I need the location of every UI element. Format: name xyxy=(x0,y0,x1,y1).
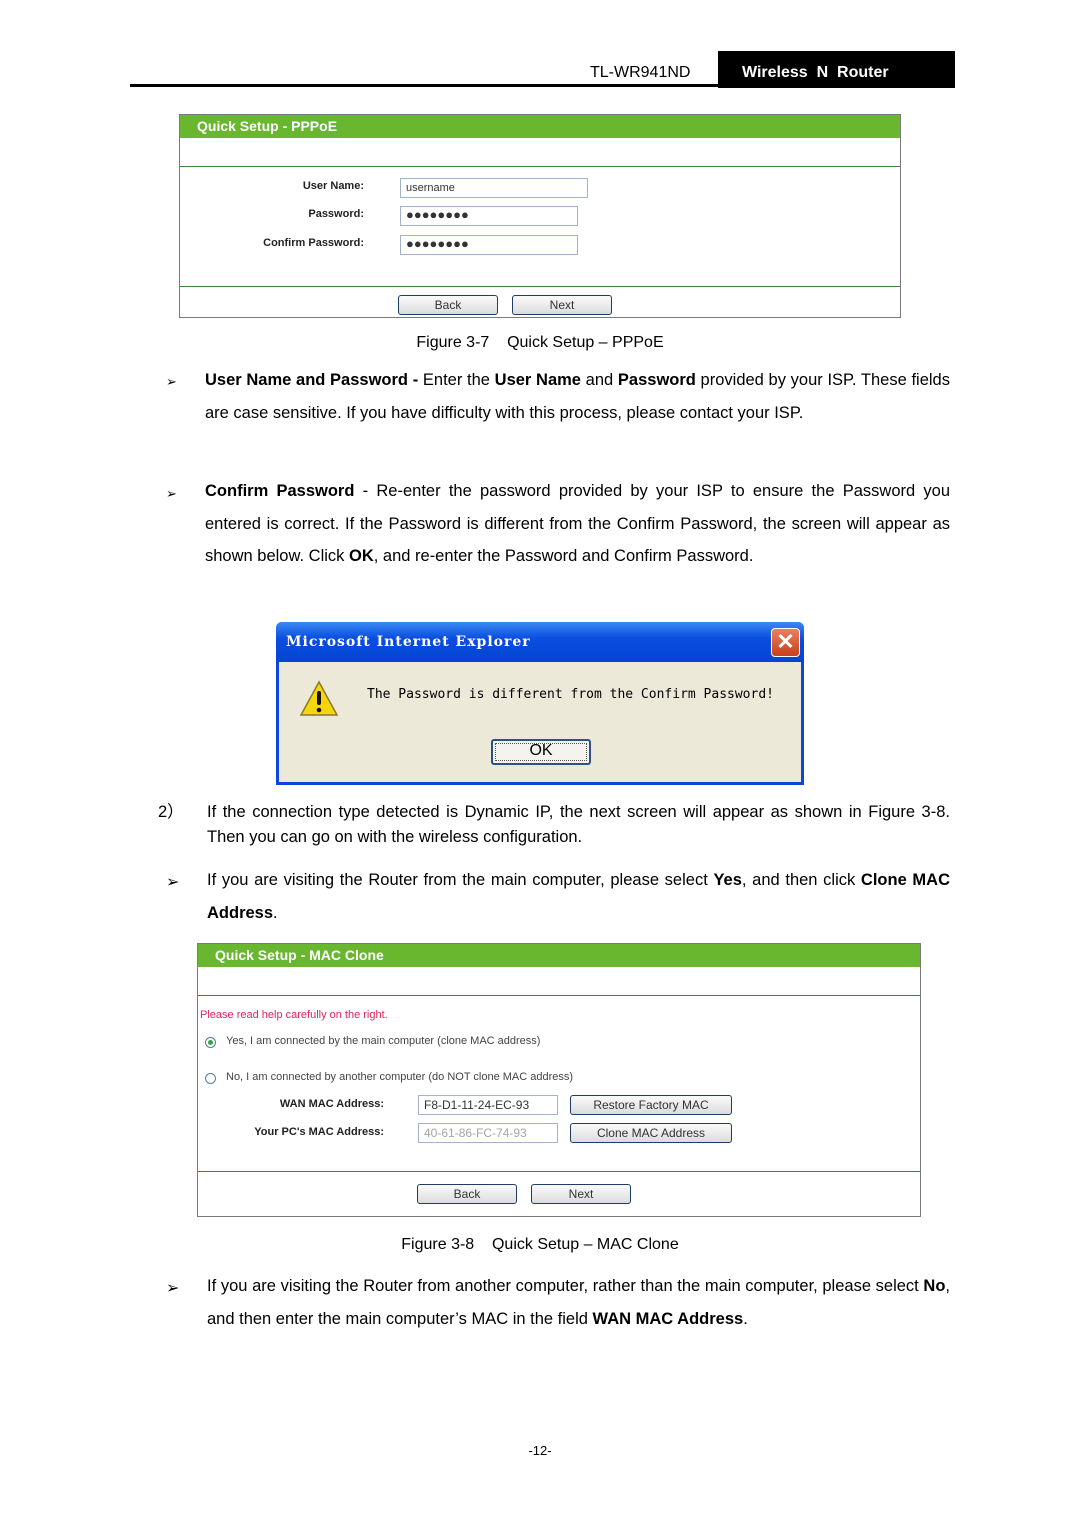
ie-alert-dialog: Microsoft Internet Explorer ✕ The Passwo… xyxy=(276,622,804,785)
username-input[interactable]: username xyxy=(400,178,588,198)
clone-mac-address-button[interactable]: Clone MAC Address xyxy=(570,1123,732,1143)
dialog-message: The Password is different from the Confi… xyxy=(367,687,774,702)
password-input[interactable]: ●●●●●●●● xyxy=(400,206,578,226)
term: Yes xyxy=(713,871,742,889)
term: WAN MAC Address xyxy=(592,1309,744,1328)
next-button[interactable]: Next xyxy=(531,1184,631,1204)
text: . xyxy=(743,1309,748,1328)
confirm-password-label: Confirm Password: xyxy=(263,237,364,249)
text: If you are visiting the Router from the … xyxy=(207,871,714,889)
term-confirm-password: Confirm Password xyxy=(205,482,355,500)
header-product-tab: Wireless N Router xyxy=(718,51,955,88)
password-label: Password: xyxy=(308,208,364,220)
paragraph-user-name-password: User Name and Password - Enter the User … xyxy=(205,364,950,429)
figure-caption-3-7: Figure 3-7 Quick Setup – PPPoE xyxy=(416,334,664,351)
radio-no[interactable] xyxy=(205,1073,216,1084)
header-rule xyxy=(130,84,955,87)
pc-mac-label: Your PC's MAC Address: xyxy=(254,1126,384,1138)
pppoe-panel-title: Quick Setup - PPPoE xyxy=(180,115,900,138)
wan-mac-input[interactable]: F8-D1-11-24-EC-93 xyxy=(418,1095,558,1115)
ok-button[interactable]: OK xyxy=(491,739,591,765)
paragraph-step-2: If the connection type detected is Dynam… xyxy=(207,803,950,846)
divider xyxy=(180,286,900,287)
text: , and then click xyxy=(741,871,861,889)
back-button[interactable]: Back xyxy=(398,295,498,315)
text: If you are visiting the Router from anot… xyxy=(207,1277,924,1295)
term: OK xyxy=(348,547,374,565)
option-no-label[interactable]: No, I am connected by another computer (… xyxy=(226,1071,573,1083)
term: User Name xyxy=(494,371,581,389)
radio-yes[interactable] xyxy=(205,1037,216,1048)
page-number: -12- xyxy=(528,1443,552,1458)
mac-clone-panel-title: Quick Setup - MAC Clone xyxy=(198,944,920,967)
text: Enter the xyxy=(418,371,495,389)
dialog-titlebar: Microsoft Internet Explorer ✕ xyxy=(276,622,804,662)
back-button[interactable]: Back xyxy=(417,1184,517,1204)
close-icon[interactable]: ✕ xyxy=(771,628,800,657)
paragraph-no-wan-mac: If you are visiting the Router from anot… xyxy=(207,1270,950,1335)
divider xyxy=(180,166,900,167)
wan-mac-label: WAN MAC Address: xyxy=(279,1098,384,1110)
pppoe-panel: Quick Setup - PPPoE User Name: username … xyxy=(179,114,901,318)
divider xyxy=(198,995,920,996)
bullet-arrow-icon: ➢ xyxy=(166,374,177,389)
next-button[interactable]: Next xyxy=(512,295,612,315)
warning-icon xyxy=(299,680,339,716)
bullet-arrow-icon: ➢ xyxy=(166,874,180,891)
help-text: Please read help carefully on the right. xyxy=(200,1009,388,1021)
ok-button-label: OK xyxy=(529,742,553,759)
dialog-title: Microsoft Internet Explorer xyxy=(286,634,531,650)
term: Password xyxy=(617,371,696,389)
pc-mac-input: 40-61-86-FC-74-93 xyxy=(418,1123,558,1143)
radio-selected-dot xyxy=(208,1040,213,1045)
option-yes-label[interactable]: Yes, I am connected by the main computer… xyxy=(226,1035,540,1047)
restore-factory-mac-button[interactable]: Restore Factory MAC xyxy=(570,1095,732,1115)
username-label: User Name: xyxy=(302,180,364,192)
paragraph-yes-clone: If you are visiting the Router from the … xyxy=(207,864,950,929)
mac-clone-panel: Quick Setup - MAC Clone Please read help… xyxy=(197,943,921,1217)
paragraph-confirm-password: Confirm Password - Re-enter the password… xyxy=(205,475,950,573)
step-2-number: 2） xyxy=(158,803,184,821)
bullet-arrow-icon: ➢ xyxy=(166,1280,180,1297)
header-model: TL-WR941ND xyxy=(590,64,691,81)
text: and xyxy=(580,371,618,389)
figure-caption-3-8: Figure 3-8 Quick Setup – MAC Clone xyxy=(401,1236,679,1253)
confirm-password-input[interactable]: ●●●●●●●● xyxy=(400,235,578,255)
divider xyxy=(198,1171,920,1172)
text: , and re-enter the Password and Confirm … xyxy=(373,547,754,565)
term: No xyxy=(923,1277,946,1295)
term-user-name-password: User Name and Password - xyxy=(205,371,419,389)
text: . xyxy=(273,903,278,922)
bullet-arrow-icon: ➢ xyxy=(166,486,177,501)
